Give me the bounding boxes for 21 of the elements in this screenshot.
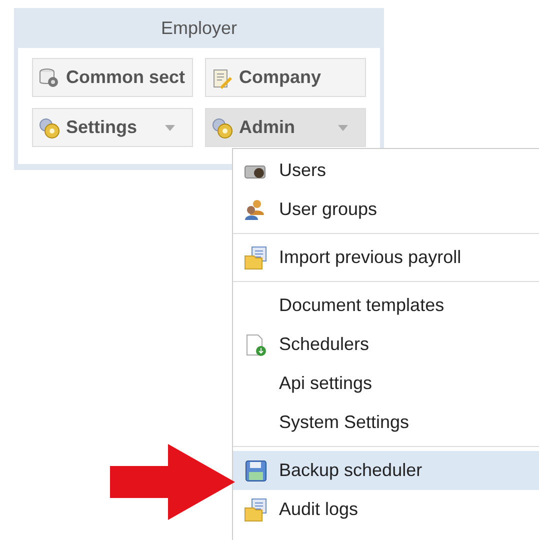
menu-item[interactable]: User groups	[233, 190, 539, 229]
menu-item[interactable]: Audit logs	[233, 490, 539, 529]
menu-item[interactable]: System Settings	[233, 403, 539, 442]
toolbar-button[interactable]: Admin	[205, 108, 366, 147]
menu-item[interactable]: Import previous payroll	[233, 238, 539, 277]
panel-title: Employer	[160, 16, 238, 40]
folder-document-icon	[244, 498, 268, 522]
menu-item[interactable]: Document templates	[233, 286, 539, 325]
toolbar-button[interactable]: Company	[205, 58, 366, 97]
menu-item[interactable]: Backup scheduler	[233, 451, 539, 490]
page-download-icon	[244, 332, 268, 356]
database-gear-icon	[38, 66, 60, 88]
toolbar-button[interactable]: Settings	[32, 108, 193, 147]
menu-item[interactable]: Api settings	[233, 364, 539, 403]
gear-icon	[211, 116, 233, 138]
menu-item[interactable]: Schedulers	[233, 325, 539, 364]
toolbar-button[interactable]: Common sect	[32, 58, 193, 97]
menu-item[interactable]: Users	[233, 151, 539, 190]
document-pencil-icon	[211, 66, 233, 88]
gear-icon	[38, 116, 60, 138]
folder-document-icon	[244, 246, 268, 270]
